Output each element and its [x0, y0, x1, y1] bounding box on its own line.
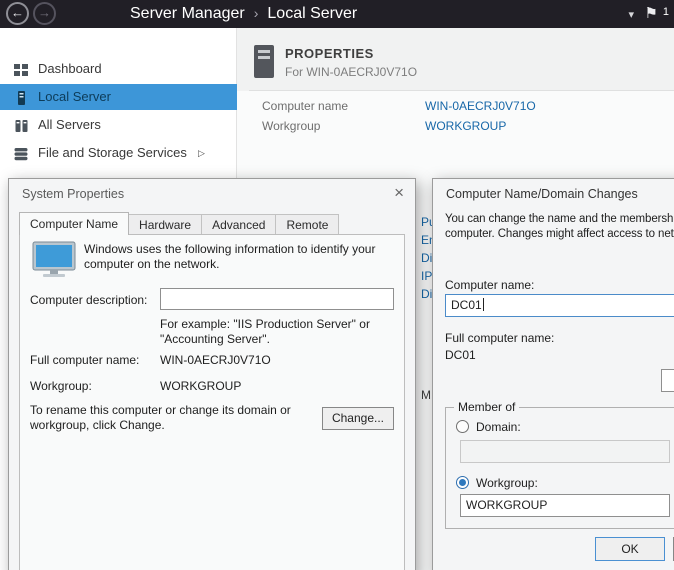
dialog-intro-line1: You can change the name and the membersh… [445, 213, 674, 225]
computer-name-input-value: DC01 [451, 298, 482, 312]
rename-instructions-text: To rename this computer or change its do… [30, 403, 310, 433]
expand-arrow-icon[interactable]: ▷ [198, 140, 205, 166]
close-icon[interactable]: × [394, 183, 404, 203]
identification-intro-text: Windows uses the following information t… [84, 242, 400, 272]
computer-description-label: Computer description: [30, 293, 147, 307]
dashboard-icon [13, 61, 29, 77]
dialog-title: Computer Name/Domain Changes [446, 187, 638, 201]
topbar: ← → Server Manager › Local Server ▾ ⚑ 1 [0, 0, 674, 28]
full-computer-name-label: Full computer name: [445, 331, 554, 345]
computer-name-tab-page: Windows uses the following information t… [19, 234, 405, 570]
breadcrumb-current-page: Local Server [267, 5, 357, 22]
domain-radio-button[interactable] [456, 420, 469, 433]
ok-button[interactable]: OK [595, 537, 665, 561]
notification-count-badge: 1 [663, 6, 669, 18]
tab-advanced[interactable]: Advanced [201, 214, 276, 235]
member-of-groupbox: Member of Domain: Workgroup: WORKGROUP [445, 407, 674, 529]
domain-radio-row[interactable]: Domain: [456, 420, 521, 434]
description-example-text: For example: "IIS Production Server" or … [160, 317, 400, 347]
property-value-link[interactable]: WORKGROUP [425, 119, 506, 133]
properties-panel-title: PROPERTIES [285, 46, 374, 61]
breadcrumb: Server Manager › Local Server [130, 0, 357, 28]
domain-radio-label: Domain: [476, 420, 521, 434]
breadcrumb-app-title[interactable]: Server Manager [130, 5, 245, 22]
sidebar-item-local-server[interactable]: Local Server [0, 84, 237, 110]
clipped-property-value: Di [421, 287, 432, 301]
sidebar-item-label: Local Server [38, 84, 111, 110]
property-label: Computer name [262, 99, 425, 113]
computer-description-input[interactable] [160, 288, 394, 310]
full-computer-name-label: Full computer name: [30, 353, 139, 367]
workgroup-label: Workgroup: [30, 379, 92, 393]
dialog-intro-line2: computer. Changes might affect access to… [445, 228, 674, 240]
property-row: WorkgroupWORKGROUP [262, 119, 506, 133]
server-icon [13, 89, 29, 105]
full-computer-name-value: WIN-0AECRJ0V71O [160, 353, 271, 367]
forward-arrow-icon: → [38, 5, 51, 20]
clipped-property-value: En [421, 233, 432, 247]
tab-computer-name[interactable]: Computer Name [19, 212, 129, 235]
server-manager-window: ← → Server Manager › Local Server ▾ ⚑ 1 Da… [0, 0, 674, 570]
workgroup-input[interactable]: WORKGROUP [460, 494, 670, 517]
text-cursor [483, 298, 484, 311]
sidebar-item-label: All Servers [38, 112, 101, 138]
back-arrow-icon: ← [11, 5, 24, 20]
sidebar-item-dashboard[interactable]: Dashboard [0, 56, 237, 82]
forward-button[interactable]: → [33, 2, 56, 25]
clipped-property-value: IP [421, 269, 432, 283]
storage-disks-icon [13, 145, 29, 161]
computer-name-label: Computer name: [445, 278, 534, 292]
full-computer-name-value: DC01 [445, 348, 476, 362]
workgroup-value: WORKGROUP [160, 379, 241, 393]
dialog-title: System Properties [22, 187, 124, 201]
tab-strip: Computer Name Hardware Advanced Remote [19, 212, 339, 235]
breadcrumb-separator-icon: › [254, 5, 259, 21]
member-of-label: Member of [454, 400, 519, 414]
sidebar-item-all-servers[interactable]: All Servers [0, 112, 237, 138]
change-button[interactable]: Change... [322, 407, 394, 430]
computer-monitor-icon [32, 241, 78, 282]
property-row: Computer nameWIN-0AECRJ0V71O [262, 99, 536, 113]
workgroup-radio-button[interactable] [456, 476, 469, 489]
clipped-text: M [421, 388, 432, 402]
notifications-flag-icon[interactable]: ⚑ [645, 4, 658, 22]
computer-name-input[interactable]: DC01 [445, 294, 674, 317]
properties-tile-icon [252, 44, 276, 83]
property-label: Workgroup [262, 119, 425, 133]
workgroup-input-value: WORKGROUP [466, 498, 547, 512]
property-value-link[interactable]: WIN-0AECRJ0V71O [425, 99, 536, 113]
system-properties-dialog: System Properties × Computer Name Hardwa… [8, 178, 416, 570]
tab-hardware[interactable]: Hardware [128, 214, 202, 235]
properties-panel-subtitle: For WIN-0AECRJ0V71O [285, 65, 417, 79]
sidebar-item-label: File and Storage Services [38, 140, 187, 166]
tab-remote[interactable]: Remote [275, 214, 339, 235]
domain-input-disabled [460, 440, 670, 463]
clipped-property-value: Pu [421, 215, 432, 229]
chevron-down-icon[interactable]: ▾ [628, 8, 634, 21]
radio-selected-dot [459, 479, 466, 486]
sidebar-item-file-and-storage-services[interactable]: File and Storage Services ▷ [0, 140, 237, 166]
workgroup-radio-label: Workgroup: [476, 476, 538, 490]
clipped-property-value: Di [421, 251, 432, 265]
back-button[interactable]: ← [6, 2, 29, 25]
workgroup-radio-row[interactable]: Workgroup: [456, 476, 538, 490]
computer-name-domain-changes-dialog: Computer Name/Domain Changes You can cha… [432, 178, 674, 570]
more-button-partial[interactable] [661, 369, 674, 392]
sidebar-item-label: Dashboard [38, 56, 102, 82]
servers-icon [13, 117, 29, 133]
